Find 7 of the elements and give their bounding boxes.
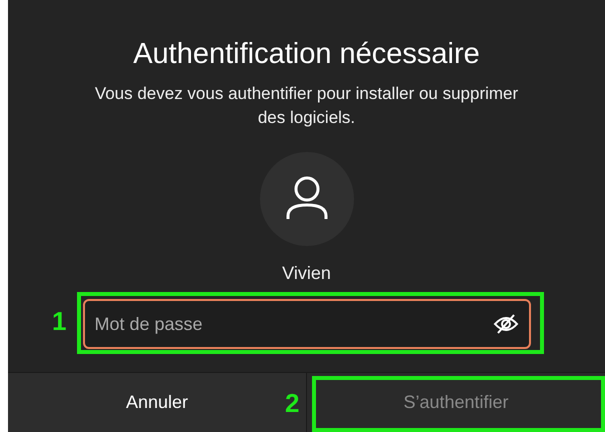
- user-name: Vivien: [282, 262, 331, 285]
- step-number: 1: [52, 306, 66, 336]
- password-field[interactable]: Mot de passe: [82, 299, 530, 349]
- eye-slash-icon[interactable]: [492, 313, 518, 335]
- dialog-title: Authentification nécessaire: [133, 37, 480, 72]
- step-number: 2: [285, 388, 300, 418]
- dialog-message: Vous devez vous authentifier pour installer ou supprimer des logiciels.: [94, 83, 520, 129]
